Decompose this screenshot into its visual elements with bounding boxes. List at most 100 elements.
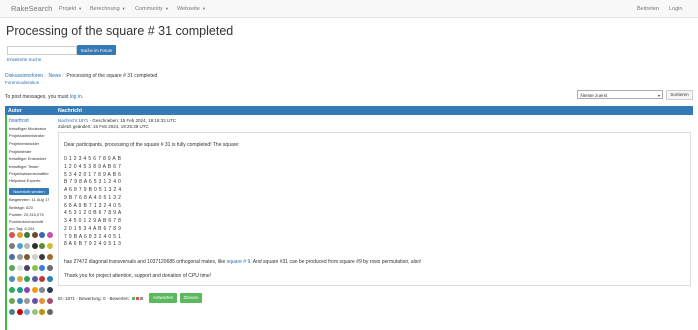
author-rac-label: Punktedurchschnitt: [9, 219, 44, 224]
sort-order-select[interactable]: Älteste zuerst ▾: [577, 90, 663, 99]
badge-icon: [46, 309, 53, 315]
forum-moderation-link[interactable]: Forenmoderation: [5, 80, 39, 85]
badge-icon: [9, 309, 15, 315]
badge-icon: [39, 265, 45, 271]
author-role: Helpdesk Experte: [9, 178, 41, 183]
square-row: 3 4 5 0 1 2 9 A B 6 7 8: [64, 218, 122, 224]
square-row: A 6 8 7 9 B 0 5 1 3 2 4: [64, 187, 122, 193]
badge-icon: [9, 276, 15, 282]
nav-join[interactable]: Beitreten: [637, 6, 659, 12]
square-row: 7 9 B A 6 8 3 2 4 0 5 1: [64, 234, 122, 240]
badge-icon: [31, 254, 38, 260]
post-body: Dear participants, processing of the squ…: [58, 132, 691, 286]
nav-login[interactable]: Login: [669, 6, 682, 12]
author-role: Projektwissenschaftler: [9, 171, 49, 176]
square-row: 0 1 2 3 4 5 6 7 8 9 A B: [64, 156, 122, 162]
breadcrumb-news[interactable]: News: [48, 73, 61, 79]
badge-icon: [46, 265, 53, 271]
post-text-transversals: has 27472 diagonal transversals and 1037…: [64, 259, 422, 265]
badge-icon: [24, 276, 30, 282]
author-credit: Punkte: 20,315,075: [9, 212, 44, 217]
chevron-down-icon: ▼: [201, 5, 206, 11]
badge-icon: [16, 243, 23, 249]
badge-icon: [39, 298, 45, 304]
badge-icon: [46, 287, 53, 293]
nav-community[interactable]: Community ▼: [135, 6, 169, 12]
badge-icon: [9, 243, 15, 249]
square-row: 6 8 A 9 B 7 1 3 2 4 0 5: [64, 203, 122, 209]
post-permalink[interactable]: Nachricht 1871: [58, 118, 88, 123]
author-role: Projektentwickler: [9, 141, 40, 146]
quote-button[interactable]: Zitieren: [180, 293, 202, 303]
chevron-down-icon: ▾: [657, 92, 660, 98]
rate-up-icon[interactable]: [132, 297, 136, 301]
author-panel: hoarfrost freiwilliger Moderator Projekt…: [5, 115, 54, 330]
top-navbar: RakeSearch Projekt ▼ Berechnung ▼ Communit…: [0, 0, 698, 18]
brand-logo[interactable]: RakeSearch: [11, 4, 52, 13]
post-meta: Nachricht 1871 - Geschrieben: 15 Feb 202…: [58, 118, 177, 123]
badge-icon: [16, 232, 23, 238]
badge-icon: [39, 254, 45, 260]
column-post: Nachricht: [58, 107, 82, 114]
square-row: 4 5 3 1 2 0 B 6 7 8 9 A: [64, 210, 122, 216]
page-title: Processing of the square # 31 completed: [6, 24, 234, 38]
author-role: freiwilliger Tester: [9, 164, 39, 169]
badge-icon: [39, 232, 45, 238]
nav-webseite[interactable]: Webseite ▼: [177, 6, 206, 12]
badge-icon: [39, 243, 45, 249]
badge-icon: [46, 298, 53, 304]
badge-icon: [16, 265, 23, 271]
breadcrumb-current: Processing of the square # 31 completed: [66, 73, 158, 79]
badge-icon: [9, 287, 15, 293]
badge-icon: [31, 243, 38, 249]
badge-icon: [16, 287, 23, 293]
badge-icon: [46, 243, 53, 249]
chevron-down-icon: ▼: [121, 5, 126, 11]
post-edited: Zuletzt geändert: 15 Feb 2024, 19:25:38 …: [58, 124, 149, 129]
chevron-down-icon: ▼: [164, 5, 169, 11]
rate-down-icon[interactable]: [136, 297, 140, 301]
badge-icon: [31, 287, 38, 293]
author-role: Projekttester: [9, 149, 32, 154]
post-footer: ID: 1871 · Bewertung: 0 · Bewerten:: [58, 296, 144, 301]
login-link[interactable]: log in: [70, 94, 82, 100]
badge-icon: [24, 298, 30, 304]
badge-icon: [16, 298, 23, 304]
column-author: Autor: [8, 107, 22, 114]
advanced-search-link[interactable]: Erweiterte Suche: [7, 57, 41, 62]
forum-search-input[interactable]: [7, 46, 77, 55]
badge-icon: [16, 309, 23, 315]
badge-icon: [24, 254, 30, 260]
badge-icon: [9, 298, 15, 304]
author-joined: Beigetreten: 11 Aug 17: [9, 197, 50, 202]
reply-button[interactable]: Antworten: [149, 293, 177, 303]
report-icon[interactable]: [140, 297, 144, 301]
square-row: 5 3 4 2 0 1 7 8 9 A B 6: [64, 172, 122, 178]
badge-icon: [31, 232, 38, 238]
badge-icon: [31, 309, 38, 315]
square-row: B 7 9 8 A 6 5 3 1 2 4 0: [64, 179, 122, 185]
badge-icon: [24, 309, 30, 315]
badge-icon: [39, 276, 45, 282]
badge-icon: [24, 232, 30, 238]
login-note: To post messages, you must log in.: [5, 94, 84, 100]
badge-icon: [9, 265, 15, 271]
badge-icon: [9, 232, 15, 238]
badge-icon: [31, 265, 38, 271]
square-9-link[interactable]: square # 9: [227, 259, 251, 265]
thread-table-header: Autor Nachricht: [5, 106, 693, 115]
nav-berechnung[interactable]: Berechnung ▼: [90, 6, 126, 12]
sort-button[interactable]: Sortieren: [666, 90, 693, 100]
breadcrumb-forums[interactable]: Diskussionsforen: [5, 73, 43, 79]
forum-search-button[interactable]: Suche im Forum: [77, 45, 116, 55]
send-message-button[interactable]: Nachricht senden: [9, 188, 49, 195]
nav-projekt[interactable]: Projekt ▼: [59, 6, 82, 12]
post-greeting: Dear participants, processing of the squ…: [64, 142, 240, 148]
square-row: 8 A 6 B 7 9 2 4 0 5 1 3: [64, 241, 122, 247]
author-role: Projektadministrator: [9, 133, 45, 138]
badge-icon: [16, 276, 23, 282]
author-name[interactable]: hoarfrost: [9, 118, 29, 124]
badge-icon: [39, 287, 45, 293]
badge-icon: [31, 298, 38, 304]
author-rac-value: pro Tag: 6,204: [9, 226, 35, 231]
